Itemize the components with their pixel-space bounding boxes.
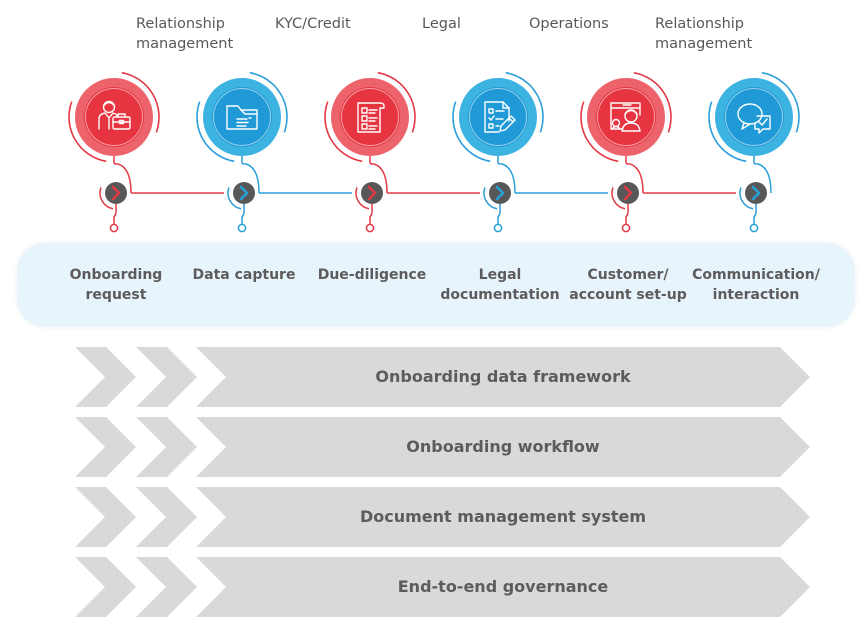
chevron-shape (75, 347, 136, 407)
drop-line (113, 204, 117, 224)
stage-node-5 (580, 71, 672, 233)
drop-line (369, 204, 373, 224)
drop-line (241, 204, 245, 224)
drop-line (625, 204, 629, 224)
end-ring (365, 223, 375, 233)
stage-circle-inner (468, 87, 528, 147)
stage-circle-inner (212, 87, 272, 147)
drop-line (753, 204, 757, 224)
layer-label-document-management-system: Document management system (359, 507, 647, 526)
timeline (68, 71, 800, 233)
stage-node-2 (196, 71, 288, 233)
end-ring (621, 223, 631, 233)
stage-circle-inner (724, 87, 784, 147)
end-ring (237, 223, 247, 233)
step-node (745, 182, 767, 204)
chevron-shape (136, 347, 197, 407)
end-ring (749, 223, 759, 233)
layer-label-onboarding-data-framework: Onboarding data framework (375, 367, 631, 386)
chevron-shape (75, 557, 136, 617)
layer-label-onboarding-workflow: Onboarding workflow (406, 437, 600, 456)
onboarding-process-diagram (68, 71, 810, 617)
stage-node-4 (452, 71, 544, 233)
chevron-shape (75, 417, 136, 477)
chevron-shape (75, 487, 136, 547)
step-node (105, 182, 127, 204)
stage-node-3 (324, 71, 416, 233)
stage-circle-inner (596, 87, 656, 147)
stage-node-1 (68, 71, 160, 233)
drop-line (497, 204, 501, 224)
step-node (361, 182, 383, 204)
end-ring (109, 223, 119, 233)
end-ring (493, 223, 503, 233)
step-node (233, 182, 255, 204)
chevron-shape (136, 417, 197, 477)
stage-node-6 (708, 71, 800, 233)
chevron-shape (136, 557, 197, 617)
step-node (617, 182, 639, 204)
layer-label-end-to-end-governance: End-to-end governance (397, 577, 609, 596)
stage-circle-inner (340, 87, 400, 147)
step-node (489, 182, 511, 204)
chevron-shape (136, 487, 197, 547)
